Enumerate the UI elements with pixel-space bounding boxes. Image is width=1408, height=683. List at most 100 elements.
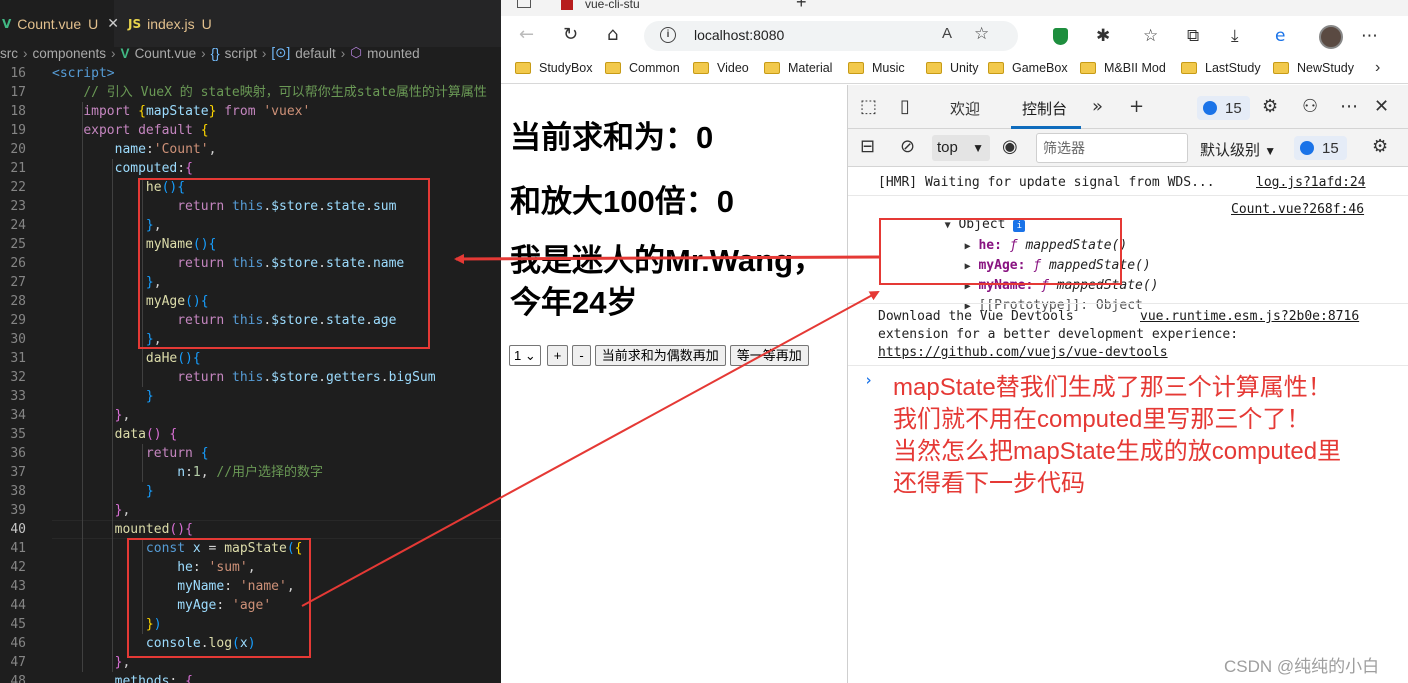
- code-line[interactable]: 36 return {: [0, 444, 501, 463]
- chevron-right-icon[interactable]: ›: [1375, 59, 1380, 77]
- bookmark-item[interactable]: Video: [693, 61, 749, 75]
- code-line[interactable]: 32 return this.$store.getters.bigSum: [0, 368, 501, 387]
- code-text[interactable]: },: [52, 653, 131, 672]
- code-text[interactable]: <script>: [52, 64, 115, 83]
- code-text[interactable]: computed:{: [52, 159, 193, 178]
- code-text[interactable]: name:'Count',: [52, 140, 217, 159]
- console-prompt-icon[interactable]: ›: [864, 371, 873, 389]
- code-line[interactable]: 35 data() {: [0, 425, 501, 444]
- code-text[interactable]: }: [52, 482, 154, 501]
- add-favorite-icon[interactable]: ☆: [974, 24, 989, 44]
- breadcrumb-item[interactable]: script: [225, 46, 257, 61]
- tab-welcome[interactable]: 欢迎: [950, 98, 980, 119]
- code-text[interactable]: data() {: [52, 425, 178, 444]
- issues-badge-2[interactable]: 15: [1294, 136, 1347, 160]
- code-text[interactable]: }: [52, 387, 154, 406]
- increment-if-even-button[interactable]: 当前求和为偶数再加: [594, 344, 726, 366]
- devtools-link[interactable]: https://github.com/vuejs/vue-devtools: [878, 345, 1168, 360]
- code-line[interactable]: 34 },: [0, 406, 501, 425]
- avatar[interactable]: [1319, 25, 1343, 49]
- bookmark-item[interactable]: M&BII Mod: [1080, 61, 1166, 75]
- adblock-shield-icon[interactable]: [1053, 28, 1068, 45]
- code-line[interactable]: 17 // 引入 VueX 的 state映射，可以帮你生成state属性的计算…: [0, 83, 501, 102]
- code-text[interactable]: daHe(){: [52, 349, 201, 368]
- inspect-element-icon[interactable]: ⬚: [860, 96, 877, 117]
- filter-input[interactable]: 筛选器: [1036, 133, 1188, 163]
- bookmark-item[interactable]: Unity: [926, 61, 978, 75]
- bookmark-item[interactable]: NewStudy: [1273, 61, 1354, 75]
- gear-icon[interactable]: ⚙: [1262, 96, 1278, 117]
- code-text[interactable]: mounted(){: [52, 520, 193, 539]
- code-text[interactable]: export default {: [52, 121, 208, 140]
- bookmark-item[interactable]: StudyBox: [515, 61, 593, 75]
- edge-icon[interactable]: e: [1275, 26, 1285, 46]
- source-link[interactable]: vue.runtime.esm.js?2b0e:8716: [1140, 309, 1359, 324]
- code-text[interactable]: import {mapState} from 'vuex': [52, 102, 310, 121]
- tab-console[interactable]: 控制台: [1022, 98, 1067, 119]
- source-link[interactable]: Count.vue?268f:46: [1231, 202, 1364, 217]
- increment-button[interactable]: +: [546, 344, 569, 366]
- code-line[interactable]: 31 daHe(){: [0, 349, 501, 368]
- breadcrumb-item[interactable]: src: [0, 46, 18, 61]
- code-text[interactable]: return {: [52, 444, 209, 463]
- bookmark-item[interactable]: GameBox: [988, 61, 1068, 75]
- bookmark-item[interactable]: Music: [848, 61, 905, 75]
- code-text[interactable]: },: [52, 406, 131, 425]
- address-bar[interactable]: i localhost:8080 A ☆: [644, 21, 1018, 51]
- clear-console-icon[interactable]: ⊘: [900, 136, 915, 157]
- code-line[interactable]: 16 <script>: [0, 64, 501, 83]
- breadcrumb-item[interactable]: Count.vue: [135, 46, 197, 61]
- code-text[interactable]: n:1, //用户选择的数字: [52, 463, 323, 482]
- favorites-icon[interactable]: ☆: [1143, 26, 1158, 46]
- code-text[interactable]: methods: {: [52, 672, 193, 683]
- read-aloud-icon[interactable]: A: [942, 25, 952, 42]
- issues-badge[interactable]: 15: [1197, 96, 1250, 120]
- code-text[interactable]: return this.$store.getters.bigSum: [52, 368, 435, 387]
- log-levels-dropdown[interactable]: 默认级别 ▼: [1200, 139, 1276, 160]
- code-line[interactable]: 39 },: [0, 501, 501, 520]
- more-options-icon[interactable]: ⋯: [1340, 96, 1358, 117]
- browser-tab-title[interactable]: vue-cli-stu: [585, 0, 640, 11]
- sidebar-toggle-icon[interactable]: ⊟: [860, 136, 875, 157]
- code-line[interactable]: 33 }: [0, 387, 501, 406]
- breadcrumb-item[interactable]: components: [33, 46, 107, 61]
- breadcrumb-item[interactable]: default: [295, 46, 336, 61]
- code-line[interactable]: 37 n:1, //用户选择的数字: [0, 463, 501, 482]
- close-icon[interactable]: ✕: [1374, 96, 1389, 117]
- info-icon[interactable]: i: [660, 27, 676, 43]
- more-icon[interactable]: ⋯: [1361, 26, 1378, 46]
- more-tabs-icon[interactable]: »: [1092, 96, 1103, 117]
- extensions-icon[interactable]: ✱: [1096, 26, 1110, 46]
- code-line[interactable]: 19 export default {: [0, 121, 501, 140]
- tab-index-js[interactable]: JS index.js U: [114, 0, 234, 47]
- new-tab-icon[interactable]: +: [796, 0, 807, 13]
- customize-icon[interactable]: ⚇: [1302, 96, 1318, 117]
- source-link[interactable]: log.js?1afd:24: [1256, 175, 1366, 190]
- context-select[interactable]: top ▼: [932, 135, 990, 161]
- code-line[interactable]: 21 computed:{: [0, 159, 501, 178]
- url-text[interactable]: localhost:8080: [694, 27, 784, 43]
- decrement-button[interactable]: -: [572, 344, 591, 366]
- code-line[interactable]: 18 import {mapState} from 'vuex': [0, 102, 501, 121]
- code-line[interactable]: 48 methods: {: [0, 672, 501, 683]
- home-icon[interactable]: ⌂: [607, 24, 618, 45]
- bookmark-item[interactable]: LastStudy: [1181, 61, 1261, 75]
- back-arrow-icon[interactable]: ←: [519, 24, 534, 45]
- bookmark-item[interactable]: Common: [605, 61, 680, 75]
- breadcrumb-item[interactable]: mounted: [367, 46, 420, 61]
- code-line[interactable]: 38 }: [0, 482, 501, 501]
- code-text[interactable]: // 引入 VueX 的 state映射，可以帮你生成state属性的计算属性: [52, 83, 487, 102]
- code-line[interactable]: 40 mounted(){: [0, 520, 501, 539]
- device-toolbar-icon[interactable]: ▯: [900, 96, 910, 117]
- tab-count-vue[interactable]: V Count.vue U ✕: [0, 0, 119, 47]
- download-icon[interactable]: ⤓: [1231, 26, 1239, 46]
- gear-icon[interactable]: ⚙: [1372, 136, 1388, 157]
- refresh-icon[interactable]: ↻: [563, 24, 578, 45]
- number-select[interactable]: 1 ⌄: [509, 344, 541, 366]
- tab-actions-icon[interactable]: [517, 0, 531, 8]
- collections-icon[interactable]: ⧉: [1187, 26, 1199, 46]
- eye-icon[interactable]: ◉: [1002, 136, 1018, 157]
- code-text[interactable]: },: [52, 501, 131, 520]
- code-line[interactable]: 20 name:'Count',: [0, 140, 501, 159]
- add-tab-icon[interactable]: +: [1129, 96, 1144, 117]
